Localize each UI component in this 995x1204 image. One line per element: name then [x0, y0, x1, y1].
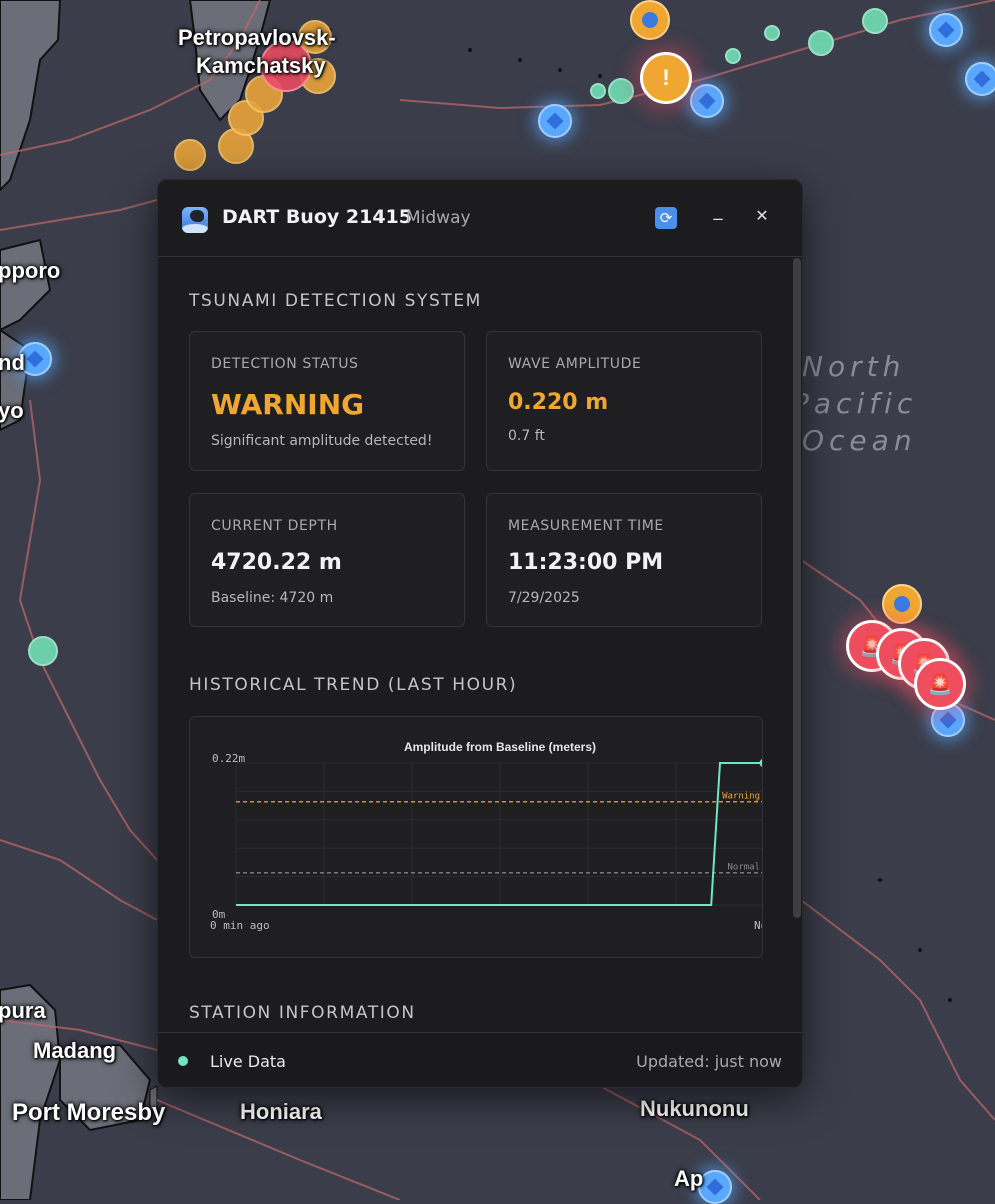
- city-label: yo: [0, 398, 24, 423]
- city-label: Kamchatsky: [196, 53, 326, 78]
- live-data-label: Live Data: [210, 1052, 286, 1071]
- minimize-button[interactable]: _: [709, 200, 727, 230]
- ocean-label-line: Pacific: [792, 387, 918, 420]
- buoy-detail-panel: DART Buoy 21415 Midway ⟳ _ ✕ TSUNAMI DET…: [157, 179, 803, 1088]
- trend-chart-svg: Amplitude from Baseline (meters)0.22m0m0…: [210, 740, 774, 932]
- close-button[interactable]: ✕: [754, 206, 770, 228]
- dart-buoy-marker[interactable]: [929, 13, 963, 47]
- data-point: [759, 758, 769, 768]
- section-title: TSUNAMI DETECTION SYSTEM: [189, 291, 482, 311]
- threshold-label: Normal: [727, 863, 760, 873]
- event-marker[interactable]: [608, 78, 634, 104]
- x-tick-label: Now: [754, 919, 762, 932]
- card-sub: Significant amplitude detected!: [211, 433, 433, 449]
- panel-subtitle: Midway: [406, 208, 471, 228]
- panel-title: DART Buoy 21415: [222, 206, 412, 228]
- event-marker[interactable]: [28, 636, 58, 666]
- ocean-label-line: Ocean: [802, 424, 917, 457]
- buoy-icon: [182, 207, 208, 233]
- trend-chart: Amplitude from Baseline (meters) 0.22m 0m 0…: [189, 716, 774, 958]
- dart-buoy-alert-marker[interactable]: [630, 0, 670, 40]
- section-title: STATION INFORMATION: [189, 1003, 416, 1023]
- city-label: pporo: [0, 258, 61, 283]
- live-indicator-icon: [178, 1056, 188, 1066]
- city-label: pura: [0, 998, 46, 1023]
- dart-buoy-marker[interactable]: [965, 62, 995, 96]
- event-marker[interactable]: [590, 83, 606, 99]
- refresh-icon[interactable]: ⟳: [655, 207, 677, 229]
- event-marker[interactable]: [862, 8, 888, 34]
- updated-label: Updated: just now: [636, 1052, 782, 1071]
- panel-header: DART Buoy 21415 Midway ⟳ _ ✕: [158, 180, 802, 257]
- scrollbar[interactable]: [793, 258, 801, 918]
- amplitude-value: 0.220 m: [508, 390, 609, 415]
- chart-title: Amplitude from Baseline (meters): [404, 740, 596, 754]
- card-label: MEASUREMENT TIME: [508, 518, 664, 534]
- dart-buoy-marker[interactable]: [538, 104, 572, 138]
- wave-amplitude-card: WAVE AMPLITUDE 0.220 m 0.7 ft: [486, 331, 762, 471]
- city-label: Nukunonu: [640, 1096, 749, 1121]
- depth-value: 4720.22 m: [211, 550, 342, 575]
- x-tick-label: 0 min ago: [210, 919, 270, 932]
- measurement-time-card: MEASUREMENT TIME 11:23:00 PM 7/29/2025: [486, 493, 762, 627]
- dart-buoy-marker[interactable]: [690, 84, 724, 118]
- threshold-label: Warning: [722, 792, 760, 802]
- detection-status-card: DETECTION STATUS WARNING Significant amp…: [189, 331, 465, 471]
- event-marker[interactable]: [725, 48, 741, 64]
- card-label: CURRENT DEPTH: [211, 518, 338, 534]
- section-title: HISTORICAL TREND (LAST HOUR): [189, 675, 518, 695]
- current-depth-card: CURRENT DEPTH 4720.22 m Baseline: 4720 m: [189, 493, 465, 627]
- city-label: nd: [0, 350, 25, 375]
- event-marker[interactable]: [764, 25, 780, 41]
- card-sub: Baseline: 4720 m: [211, 590, 334, 606]
- event-marker[interactable]: [174, 139, 206, 171]
- card-sub: 0.7 ft: [508, 428, 545, 444]
- city-label: Madang: [33, 1038, 117, 1063]
- ocean-label-line: North: [802, 350, 906, 383]
- city-label: Ap: [674, 1166, 704, 1191]
- series-line: [236, 762, 764, 906]
- city-label: Petropavlovsk-: [178, 25, 336, 50]
- card-label: WAVE AMPLITUDE: [508, 356, 642, 372]
- city-label: Honiara: [240, 1099, 322, 1124]
- city-label: Port Moresby: [12, 1099, 166, 1126]
- event-marker[interactable]: [808, 30, 834, 56]
- card-label: DETECTION STATUS: [211, 356, 359, 372]
- warning-icon[interactable]: !: [640, 52, 692, 104]
- y-tick-label: 0.22m: [212, 752, 245, 765]
- status-value: WARNING: [211, 388, 365, 421]
- card-sub: 7/29/2025: [508, 590, 580, 606]
- panel-body[interactable]: TSUNAMI DETECTION SYSTEM DETECTION STATU…: [158, 257, 790, 1032]
- ocean-label: North Pacific Ocean: [792, 348, 917, 459]
- panel-footer: Live Data Updated: just now: [158, 1032, 802, 1087]
- alarm-icon[interactable]: 🚨: [914, 658, 966, 710]
- dart-buoy-alert-marker[interactable]: [882, 584, 922, 624]
- time-value: 11:23:00 PM: [508, 550, 664, 575]
